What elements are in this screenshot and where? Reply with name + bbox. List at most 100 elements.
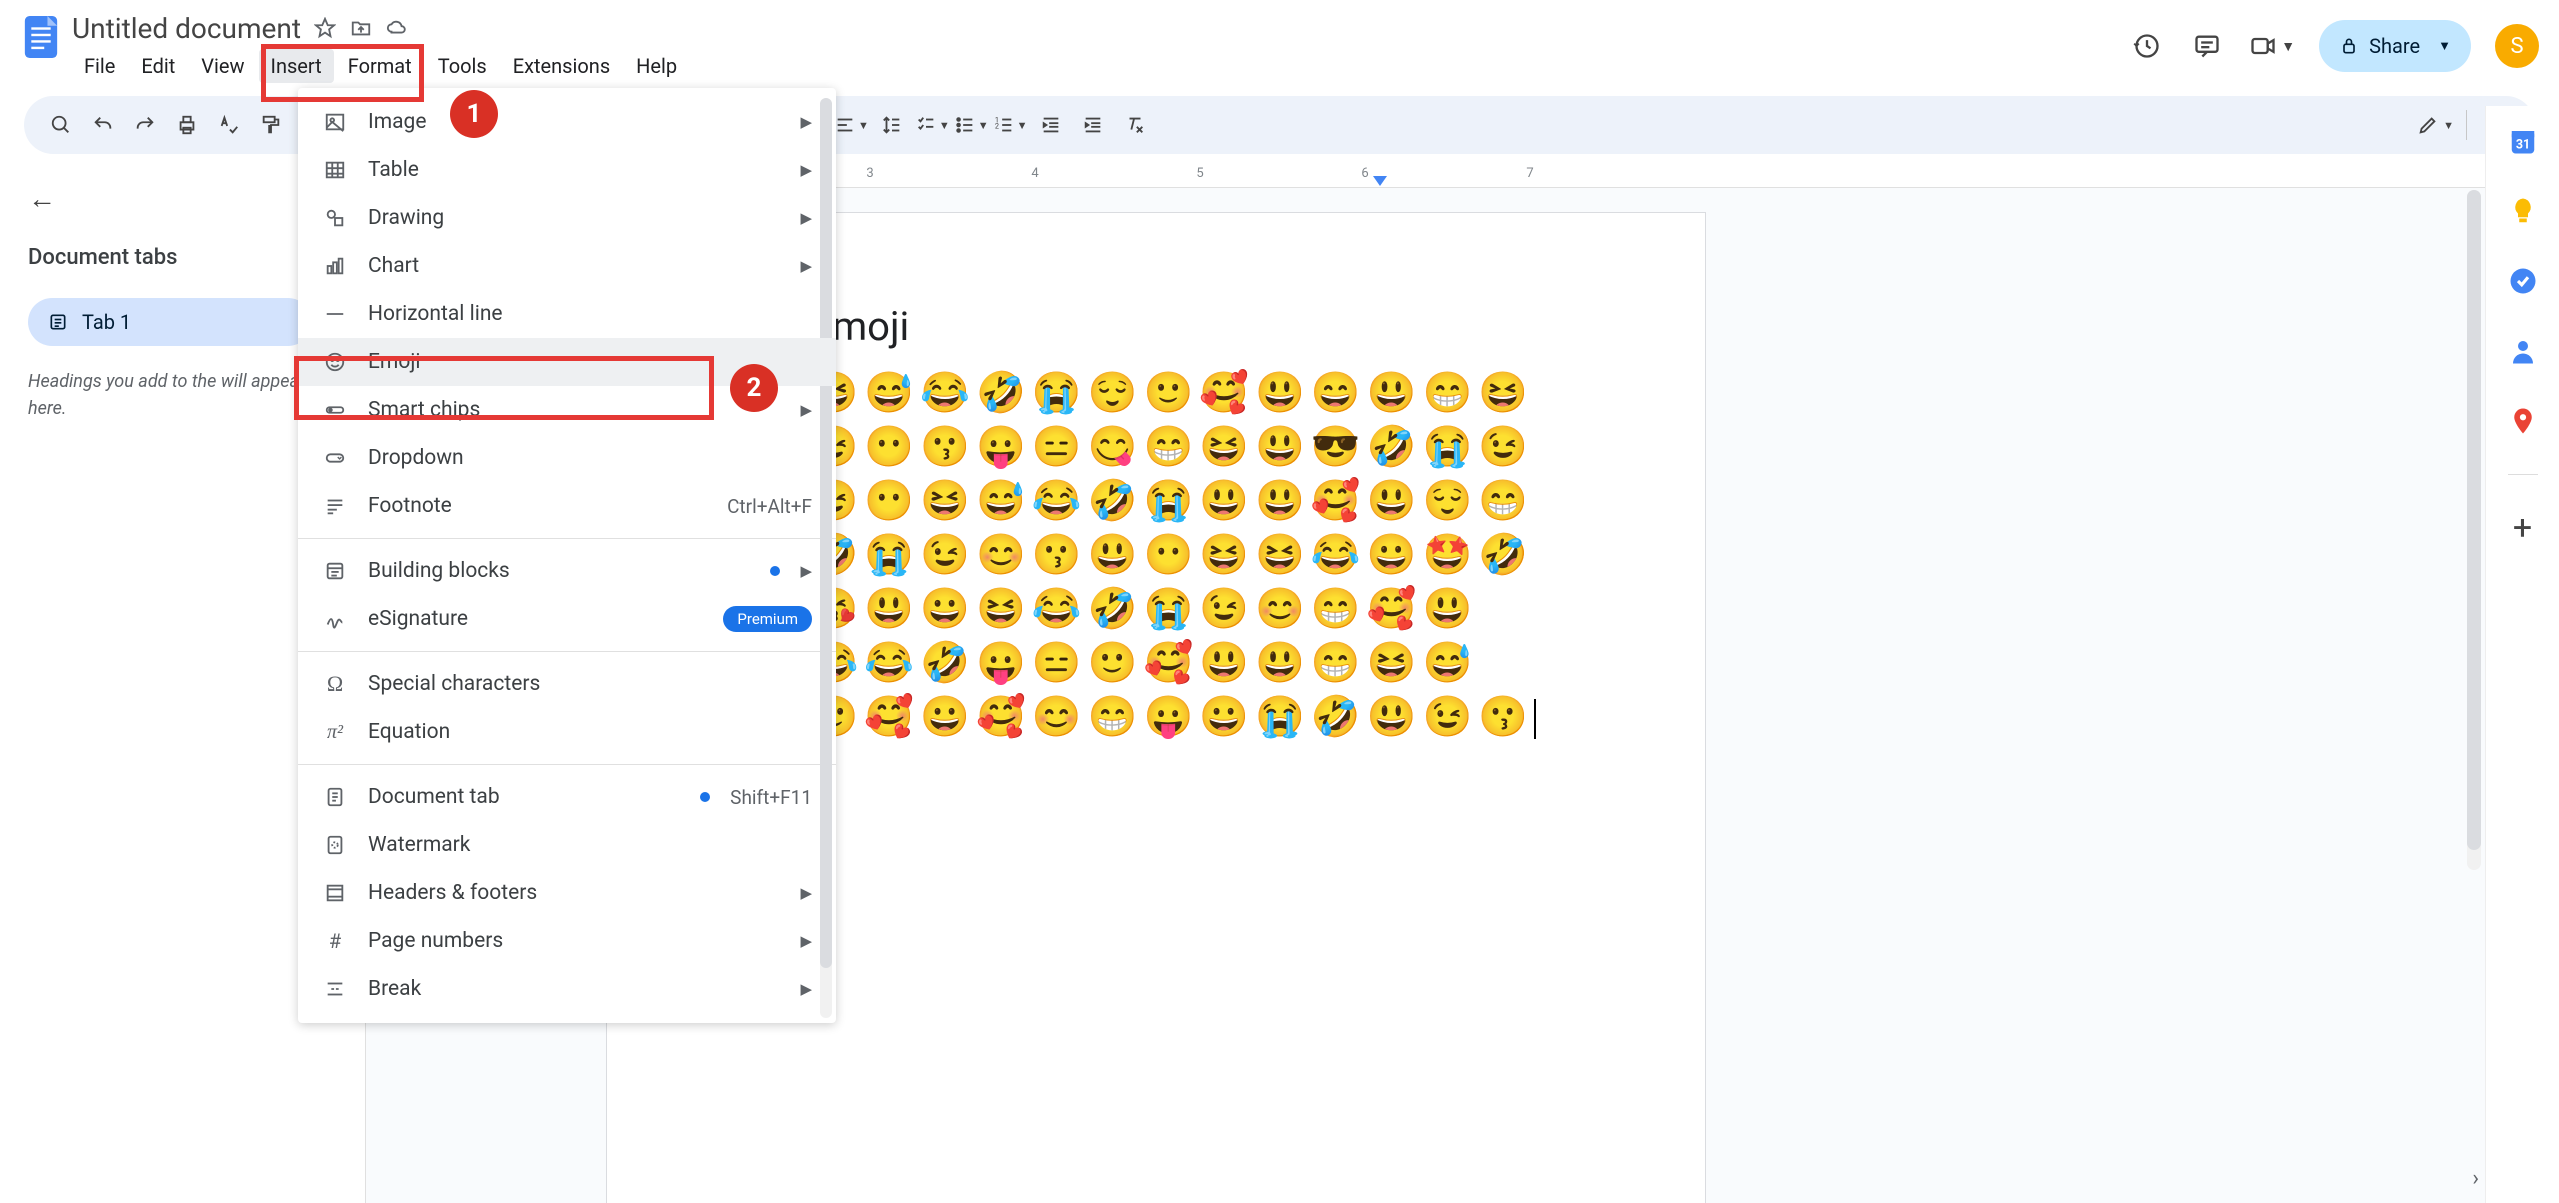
menu-item-horizontal-line[interactable]: Horizontal line [298, 290, 836, 338]
submenu-arrow-icon: ▶ [800, 932, 812, 950]
spellcheck-icon[interactable] [210, 106, 248, 144]
menu-item-building-blocks[interactable]: Building blocks▶ [298, 547, 836, 595]
menu-item-label: Headers & footers [368, 881, 780, 905]
headers-icon [322, 880, 348, 906]
scroll-right-icon[interactable]: › [2472, 1166, 2479, 1191]
menu-item-label: Smart chips [368, 398, 780, 422]
menu-item-document-tab[interactable]: Document tabShift+F11 [298, 773, 836, 821]
tab-chip[interactable]: Tab 1 [28, 298, 312, 346]
keep-icon[interactable] [2506, 194, 2540, 228]
ruler-h-tick: 5 [1196, 166, 1203, 181]
star-icon[interactable] [313, 16, 337, 40]
align-icon[interactable]: ▼ [834, 106, 869, 144]
print-icon[interactable] [168, 106, 206, 144]
search-icon[interactable] [42, 106, 80, 144]
svg-text:2: 2 [995, 122, 999, 131]
menu-tools[interactable]: Tools [426, 49, 499, 83]
checklist-icon[interactable]: ▼ [915, 106, 950, 144]
panel-hint: Headings you add to the will appear here… [28, 368, 312, 422]
comments-icon[interactable] [2189, 28, 2225, 64]
blocks-icon [322, 558, 348, 584]
drawing-icon [322, 205, 348, 231]
redo-icon[interactable] [126, 106, 164, 144]
share-label: Share [2369, 34, 2420, 58]
menu-bar: FileEditViewInsertFormatToolsExtensionsH… [72, 49, 2129, 83]
undo-icon[interactable] [84, 106, 122, 144]
menu-item-page-numbers[interactable]: # Page numbers ▶ [298, 917, 836, 965]
submenu-arrow-icon: ▶ [800, 161, 812, 179]
indent-increase-icon[interactable] [1074, 106, 1112, 144]
menu-item-label: Building blocks [368, 559, 750, 583]
meet-icon[interactable]: ▼ [2249, 28, 2295, 64]
line-spacing-icon[interactable] [873, 106, 911, 144]
menu-item-label: Chart [368, 254, 780, 278]
clear-formatting-icon[interactable] [1116, 106, 1154, 144]
page-scrollbar[interactable] [2467, 190, 2481, 870]
pagenum-icon: # [322, 928, 348, 954]
menu-item-footnote[interactable]: FootnoteCtrl+Alt+F [298, 482, 836, 530]
submenu-arrow-icon: ▶ [800, 257, 812, 275]
menu-item-label: Page numbers [368, 929, 780, 953]
menu-item-label: Dropdown [368, 446, 812, 470]
menu-item-table[interactable]: Table▶ [298, 146, 836, 194]
menu-item-label: Break [368, 977, 780, 1001]
indent-decrease-icon[interactable] [1032, 106, 1070, 144]
esign-icon [322, 606, 348, 632]
numbered-list-icon[interactable]: 12▼ [993, 106, 1028, 144]
addons-plus-icon[interactable]: + [2506, 511, 2540, 545]
menu-file[interactable]: File [72, 49, 127, 83]
menu-help[interactable]: Help [624, 49, 689, 83]
tab-icon [48, 312, 68, 332]
menu-item-drawing[interactable]: Drawing ▶ [298, 194, 836, 242]
back-arrow-icon[interactable]: ← [28, 182, 56, 215]
ruler-marker-icon[interactable] [1373, 176, 1387, 186]
menu-item-label: Equation [368, 720, 812, 744]
submenu-arrow-icon: ▶ [800, 209, 812, 227]
pi-icon: π² [322, 719, 348, 745]
emoji-icon [322, 349, 348, 375]
menu-item-headers-footers[interactable]: Headers & footers▶ [298, 869, 836, 917]
hr-icon [322, 301, 348, 327]
watermark-icon [322, 832, 348, 858]
menu-extensions[interactable]: Extensions [501, 49, 622, 83]
menu-view[interactable]: View [189, 49, 256, 83]
menu-item-esignature[interactable]: eSignaturePremium [298, 595, 836, 643]
calendar-icon[interactable]: 31 [2506, 124, 2540, 158]
menu-insert[interactable]: Insert [259, 49, 334, 83]
menu-item-watermark[interactable]: Watermark [298, 821, 836, 869]
paint-format-icon[interactable] [252, 106, 290, 144]
menu-item-image[interactable]: Image▶ [298, 98, 836, 146]
document-title[interactable]: Untitled document [72, 12, 301, 45]
move-folder-icon[interactable] [349, 16, 373, 40]
dropdown-separator [298, 651, 836, 652]
annotation-badge-2: 2 [730, 364, 778, 412]
menu-item-dropdown[interactable]: Dropdown [298, 434, 836, 482]
new-indicator-dot [770, 566, 780, 576]
submenu-arrow-icon: ▶ [800, 980, 812, 998]
menu-item-special-characters[interactable]: ΩSpecial characters [298, 660, 836, 708]
contacts-icon[interactable] [2506, 334, 2540, 368]
menu-item-label: Image [368, 110, 780, 134]
chips-icon [322, 397, 348, 423]
footnote-icon [322, 493, 348, 519]
svg-text:31: 31 [2515, 138, 2529, 153]
share-button[interactable]: Share ▼ [2319, 20, 2471, 72]
menu-item-label: eSignature [368, 607, 703, 631]
account-avatar[interactable]: S [2495, 24, 2539, 68]
menu-item-equation[interactable]: π² Equation [298, 708, 836, 756]
history-icon[interactable] [2129, 28, 2165, 64]
dropdown-icon [322, 445, 348, 471]
editing-mode-icon[interactable]: ▼ [2417, 106, 2454, 144]
menu-item-chart[interactable]: Chart ▶ [298, 242, 836, 290]
tasks-icon[interactable] [2506, 264, 2540, 298]
bullet-list-icon[interactable]: ▼ [954, 106, 989, 144]
cloud-status-icon[interactable] [385, 16, 409, 40]
insert-menu-dropdown: Image▶Table▶Drawing▶Chart▶Horizontal lin… [298, 88, 836, 1023]
maps-icon[interactable] [2506, 404, 2540, 438]
docs-logo-icon[interactable] [20, 16, 62, 58]
menu-item-label: Drawing [368, 206, 780, 230]
menu-item-break[interactable]: Break ▶ [298, 965, 836, 1013]
menu-format[interactable]: Format [336, 49, 424, 83]
omega-icon: Ω [322, 671, 348, 697]
menu-edit[interactable]: Edit [129, 49, 187, 83]
